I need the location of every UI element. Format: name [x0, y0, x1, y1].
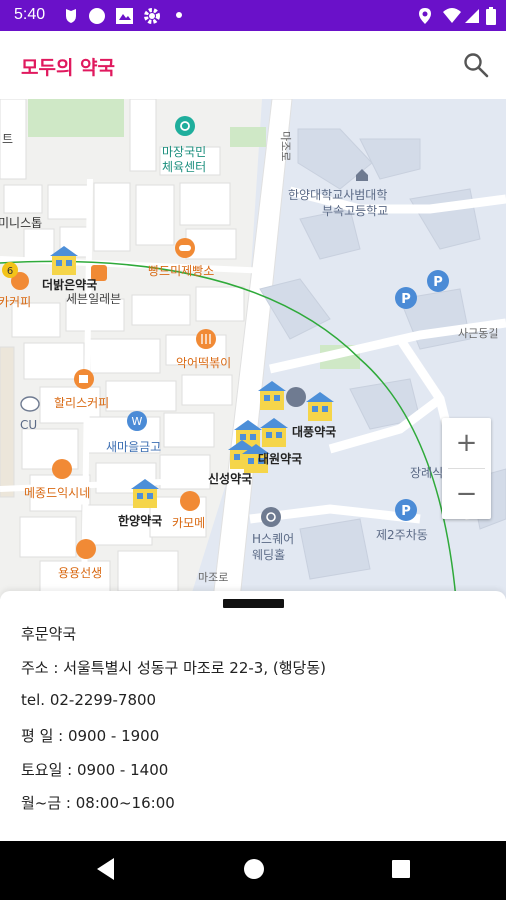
gear-icon [144, 8, 160, 24]
cafe-icon[interactable] [74, 369, 94, 389]
pharmacy-weekday-hours: 평 일 : 0900 - 1900 [21, 727, 160, 745]
gallery-icon [116, 8, 133, 24]
map-label: 한양약국 [118, 513, 162, 528]
convenience-icon[interactable] [20, 396, 40, 412]
map-label: 사근동길 [458, 327, 498, 340]
location-icon [419, 8, 431, 24]
restaurant-icon[interactable] [76, 539, 96, 559]
pharmacy-tel[interactable]: tel. 02-2299-7800 [21, 691, 156, 709]
map-label: 대풍약국 [292, 424, 336, 439]
restaurant-icon[interactable] [196, 329, 216, 349]
sheet-drag-handle[interactable] [223, 599, 284, 608]
map-label: 트 [2, 132, 13, 146]
park-area [230, 127, 266, 147]
navigation-bar [0, 841, 506, 900]
circle-icon [89, 8, 105, 24]
bus-stop-icon[interactable]: 6 [2, 262, 18, 278]
pharmacy-name: 후문약국 [21, 625, 77, 643]
map-label: 마조로 [198, 571, 228, 584]
zoom-out-button[interactable]: − [442, 469, 491, 519]
back-icon[interactable] [94, 856, 116, 882]
park-area [28, 99, 124, 137]
battery-icon [486, 7, 496, 25]
map-canvas[interactable]: W P P P 6 마장국민 체육센터 한양대학교사범대학 부속고등학교 미니스… [0, 99, 506, 599]
map-label: 제2주차동 [376, 528, 428, 542]
map-label: 미니스톱 [0, 216, 42, 230]
map-label: 마장국민 [162, 145, 206, 159]
zoom-in-button[interactable]: + [442, 418, 491, 468]
parking-icon[interactable]: P [395, 499, 417, 521]
map-label: 장례식 [410, 466, 443, 480]
status-bar: 5:40 [0, 0, 506, 31]
pharmacy-saturday-hours: 토요일 : 0900 - 1400 [21, 761, 169, 779]
map-label: 신성약국 [208, 471, 252, 486]
pharmacy-monfri-hours: 월~금 : 08:00~16:00 [21, 794, 175, 812]
map-label: 카모메 [172, 516, 205, 530]
map-label: 웨딩홀 [252, 548, 285, 562]
shield-icon [66, 9, 76, 23]
svg-text:P: P [433, 275, 443, 290]
recents-icon[interactable] [390, 856, 412, 882]
svg-text:W: W [132, 415, 143, 428]
status-time: 5:40 [14, 6, 46, 23]
map-label: 새마을금고 [106, 440, 161, 454]
map-label: 더밝은약국 [42, 277, 97, 292]
map-label: 용용선생 [58, 566, 102, 580]
map-label: 카커피 [0, 295, 31, 309]
app-bar: 모두의 약국 [0, 31, 506, 100]
map-label: 악어떡볶이 [176, 356, 231, 370]
dot-icon [176, 12, 182, 18]
pharmacy-address: 주소 : 서울특별시 성동구 마조로 22-3, (행당동) [21, 659, 326, 677]
bank-icon[interactable]: W [127, 411, 147, 431]
map-label: CU [20, 418, 37, 432]
map-view[interactable]: W P P P 6 마장국민 체육센터 한양대학교사범대학 부속고등학교 미니스… [0, 99, 506, 599]
building [0, 346, 15, 498]
parking-icon[interactable]: P [395, 287, 417, 309]
map-label: 할리스커피 [54, 396, 109, 410]
map-label: 체육센터 [162, 160, 206, 174]
parking-icon[interactable]: P [427, 270, 449, 292]
map-label: H스퀘어 [252, 532, 294, 546]
map-label: 부속고등학교 [322, 204, 388, 218]
signal-icon [465, 9, 479, 23]
wedding-icon[interactable] [261, 507, 281, 527]
home-icon[interactable] [242, 856, 266, 882]
app-title: 모두의 약국 [21, 57, 116, 79]
map-label: 마조로 [279, 131, 292, 161]
svg-text:6: 6 [7, 266, 13, 277]
pharmacy-detail-sheet: 후문약국 주소 : 서울특별시 성동구 마조로 22-3, (행당동) tel.… [0, 591, 506, 841]
map-label: 빵드미제빵소 [148, 264, 214, 278]
map-label: 메종드익시네 [24, 486, 90, 500]
search-icon[interactable] [462, 51, 490, 79]
zoom-controls: + − [442, 418, 491, 519]
gym-icon[interactable] [175, 116, 195, 136]
svg-text:P: P [401, 504, 411, 519]
bakery-icon[interactable] [175, 238, 195, 258]
map-label: 대원약국 [258, 451, 302, 466]
restaurant-icon[interactable] [180, 491, 200, 511]
map-label: 세븐일레븐 [66, 292, 121, 306]
svg-text:P: P [401, 292, 411, 307]
map-label: 한양대학교사범대학 [288, 188, 387, 202]
pet-icon[interactable] [286, 387, 306, 407]
wifi-icon [443, 8, 461, 23]
restaurant-icon[interactable] [52, 459, 72, 479]
